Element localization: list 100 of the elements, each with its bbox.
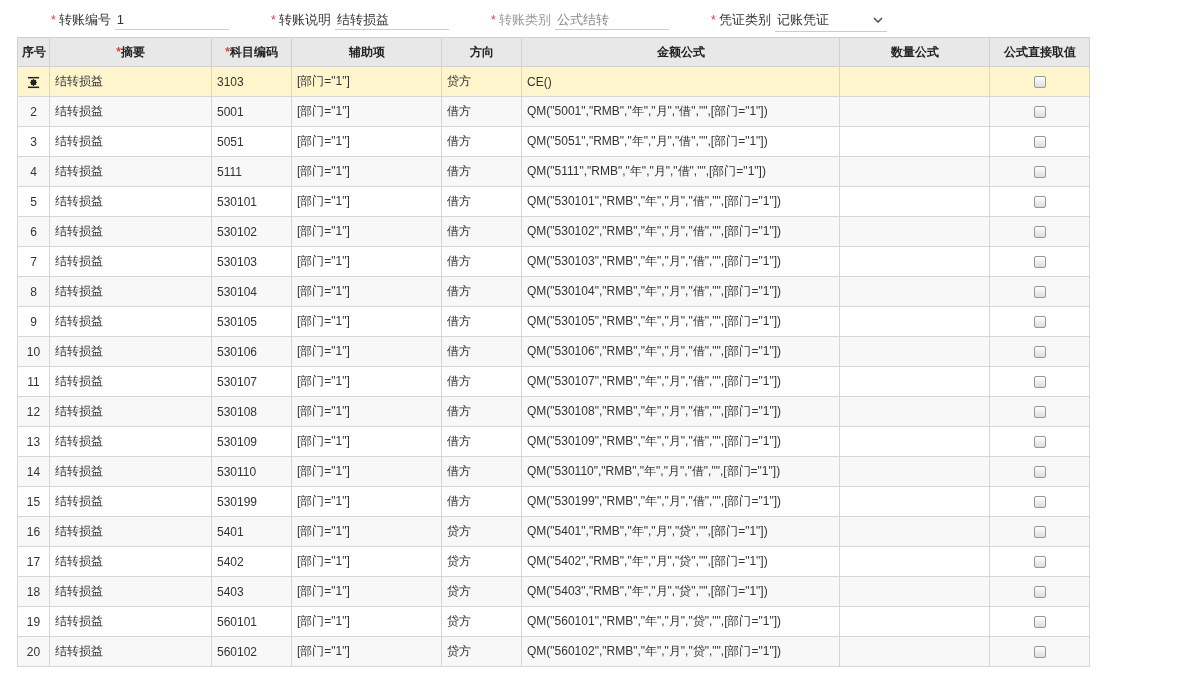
table-cell: CE() [521,66,840,97]
table-cell: 借方 [441,276,522,307]
checkbox[interactable] [1033,166,1046,179]
table-cell: 11 [17,366,50,397]
table-cell: 借方 [441,96,522,127]
table-cell: 5 [17,186,50,217]
required-mark: * [491,13,496,27]
column-header: *摘要 [49,37,212,67]
checkbox[interactable] [1033,496,1046,509]
table-cell: [部门="1"] [291,606,442,637]
checkbox[interactable] [1033,196,1046,209]
checkbox[interactable] [1033,586,1046,599]
table-cell: 贷方 [441,66,522,97]
column-header: 金额公式 [521,37,840,67]
table-cell: 贷方 [441,546,522,577]
table-cell: QM("560102","RMB","年","月","贷","",[部门="1"]) [521,636,840,667]
table-cell: 结转损益 [49,276,212,307]
column-header: 辅助项 [291,37,442,67]
input-field[interactable]: 1 [114,10,229,30]
table-cell: QM("530106","RMB","年","月","借","",[部门="1"]) [521,336,840,367]
checkbox[interactable] [1033,316,1046,329]
table-cell: 530108 [211,396,292,427]
table-cell: 借方 [441,216,522,247]
table-cell: 贷方 [441,606,522,637]
checkbox[interactable] [1033,106,1046,119]
checkbox[interactable] [1033,646,1046,659]
dropdown[interactable]: 记账凭证 [774,8,887,32]
table-cell: 6 [17,216,50,247]
table-cell: 530104 [211,276,292,307]
checkbox[interactable] [1033,556,1046,569]
checkbox[interactable] [1033,436,1046,449]
table-cell: 结转损益 [49,336,212,367]
table-cell: 10 [17,336,50,367]
checkbox[interactable] [1033,526,1046,539]
checkbox[interactable] [1033,136,1046,149]
table-cell: QM("530101","RMB","年","月","借","",[部门="1"]) [521,186,840,217]
table-cell: 530103 [211,246,292,277]
table-cell: QM("5001","RMB","年","月","借","",[部门="1"]) [521,96,840,127]
column-header: 数量公式 [839,37,990,67]
checkbox[interactable] [1033,376,1046,389]
table-cell: 560102 [211,636,292,667]
table-cell: 5402 [211,546,292,577]
checkbox[interactable] [1033,226,1046,239]
table-cell: [部门="1"] [291,366,442,397]
table-cell: [部门="1"] [291,456,442,487]
field-label: 凭证类别 [718,11,771,29]
table-cell: [部门="1"] [291,486,442,517]
checkbox[interactable] [1033,616,1046,629]
table-cell: 12 [17,396,50,427]
table-cell: 3103 [211,66,292,97]
table-cell: 530105 [211,306,292,337]
table-cell: 530107 [211,366,292,397]
checkbox[interactable] [1033,466,1046,479]
table-cell: 结转损益 [49,156,212,187]
table-cell: 结转损益 [49,186,212,217]
table-cell: QM("5403","RMB","年","月","贷","",[部门="1"]) [521,576,840,607]
table-cell: 结转损益 [49,396,212,427]
table-cell: [部门="1"] [291,126,442,157]
table-cell: 结转损益 [49,636,212,667]
checkbox[interactable] [1033,76,1046,89]
table-cell: [部门="1"] [291,246,442,277]
column-header: 公式直接取值 [989,37,1090,67]
table-cell: 结转损益 [49,516,212,547]
table-cell: 借方 [441,306,522,337]
table-cell: [部门="1"] [291,426,442,457]
required-mark: * [271,13,276,27]
table-cell: 结转损益 [49,486,212,517]
table-cell: 530199 [211,486,292,517]
table-cell: 5001 [211,96,292,127]
checkbox[interactable] [1033,406,1046,419]
table-cell: 借方 [441,336,522,367]
table-cell: QM("530110","RMB","年","月","借","",[部门="1"]) [521,456,840,487]
table-cell: 13 [17,426,50,457]
table-cell: 借方 [441,396,522,427]
column-header: 方向 [441,37,522,67]
table-cell: 借方 [441,456,522,487]
table-cell: 8 [17,276,50,307]
table-cell: 借方 [441,156,522,187]
table-cell: QM("530103","RMB","年","月","借","",[部门="1"]) [521,246,840,277]
checkbox[interactable] [1033,346,1046,359]
table-cell: [部门="1"] [291,186,442,217]
table-cell: 9 [17,306,50,337]
table-cell: QM("5111","RMB","年","月","借","",[部门="1"]) [521,156,840,187]
table-cell: 5051 [211,126,292,157]
table-cell: 5403 [211,576,292,607]
gear-icon[interactable] [27,75,40,89]
required-mark: * [51,13,56,27]
table-cell: 14 [17,456,50,487]
table-cell: 结转损益 [49,126,212,157]
checkbox[interactable] [1033,256,1046,269]
table-cell: 借方 [441,246,522,277]
input-field[interactable]: 结转损益 [334,10,449,30]
table-cell: QM("5401","RMB","年","月","贷","",[部门="1"]) [521,516,840,547]
checkbox[interactable] [1033,286,1046,299]
table-cell: 借方 [441,486,522,517]
table-cell: QM("530109","RMB","年","月","借","",[部门="1"]) [521,426,840,457]
table-cell: [部门="1"] [291,66,442,97]
table-cell: 借方 [441,186,522,217]
table-cell: [部门="1"] [291,336,442,367]
table-cell: 7 [17,246,50,277]
